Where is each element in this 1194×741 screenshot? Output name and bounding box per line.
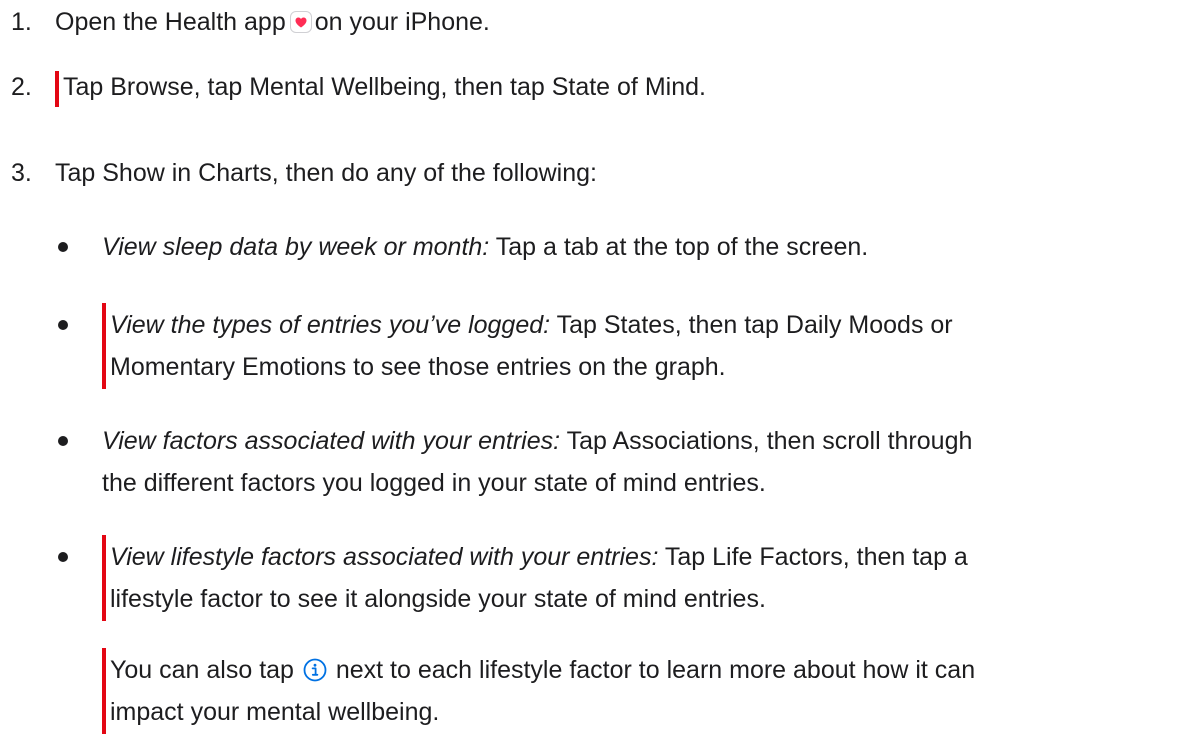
bullet-1-line-1: View sleep data by week or month: Tap a … [102,229,868,265]
bullet-3-label: View factors associated with your entrie… [102,427,561,455]
step-1-text-before: Open the Health app [55,8,286,36]
change-bar [102,535,106,621]
info-circle-icon[interactable] [303,656,327,692]
step-1-text-after: on your iPhone. [314,8,490,36]
step-2-text: Tap Browse, tap Mental Wellbeing, then t… [63,73,706,101]
bullet-3-line-1: View factors associated with your entrie… [102,423,972,459]
bullet-4-label: View lifestyle factors associated with y… [110,543,659,571]
step-2-number: 2. [11,73,32,101]
bullet-4-text: Tap Life Factors, then tap a [658,543,968,571]
health-app-heart-icon [289,11,312,33]
note-line-2: impact your mental wellbeing. [110,698,440,726]
note-line-1: You can also tap next to each lifestyle … [110,652,975,692]
bullet-marker [58,552,68,562]
bullet-1-text: Tap a tab at the top of the screen. [489,233,869,261]
bullet-2-line-1: View the types of entries you’ve logged:… [110,307,953,343]
bullet-3-text: Tap Associations, then scroll through [560,427,973,455]
bullet-2-text: Tap States, then tap Daily Moods or [550,311,953,339]
bullet-2-label: View the types of entries you’ve logged: [110,311,551,339]
bullet-marker [58,436,68,446]
bullet-4-line-2: lifestyle factor to see it alongside you… [110,585,766,613]
bullet-marker [58,242,68,252]
bullet-1-label: View sleep data by week or month: [102,233,490,261]
step-3-number: 3. [11,159,32,187]
note-text-before: You can also tap [110,656,294,684]
step-1-number: 1. [11,8,32,36]
note-text-after: next to each lifestyle factor to learn m… [335,656,976,684]
change-bar [55,71,59,107]
step-1-text: Open the Health app on your iPhone. [55,4,490,40]
bullet-4-line-1: View lifestyle factors associated with y… [110,539,968,575]
bullet-marker [58,320,68,330]
change-bar [102,648,106,734]
bullet-2-line-2: Momentary Emotions to see those entries … [110,353,726,381]
change-bar [102,303,106,389]
bullet-3-line-2: the different factors you logged in your… [102,469,766,497]
step-3-text: Tap Show in Charts, then do any of the f… [55,159,597,187]
